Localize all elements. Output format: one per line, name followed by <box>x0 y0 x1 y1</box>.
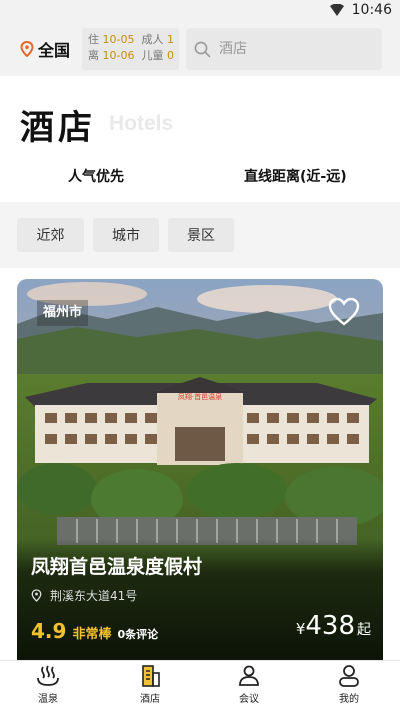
location-selector[interactable]: 全国 <box>20 37 70 61</box>
filter-bar: 近郊 城市 景区 <box>0 202 400 268</box>
filter-chip-suburb[interactable]: 近郊 <box>17 218 84 252</box>
nav-label-hot-spring: 温泉 <box>38 694 58 705</box>
hot-spring-icon <box>37 665 59 686</box>
nav-item-hot-spring[interactable]: 温泉 <box>18 665 78 705</box>
sort-tab-popularity[interactable]: 人气优先 <box>68 166 124 186</box>
price: ¥ 438 起 <box>296 611 371 641</box>
bottom-nav: 温泉 酒店 会议 我的 <box>0 660 400 711</box>
nav-item-meeting[interactable]: 会议 <box>219 665 279 705</box>
status-icons: 10:46 <box>329 2 392 18</box>
wifi-icon <box>329 4 344 16</box>
nav-item-profile[interactable]: 我的 <box>319 665 379 705</box>
profile-icon <box>339 665 359 687</box>
date-guest-selector[interactable]: 住 10-05 成人 1 离 10-06 儿童 0 <box>82 28 179 70</box>
checkout-date: 10-06 <box>102 49 135 62</box>
sort-tab-distance[interactable]: 直线距离(近-远) <box>244 166 347 186</box>
nav-label-hotel: 酒店 <box>140 694 160 705</box>
location-pin-icon <box>31 589 42 602</box>
rating-score: 4.9 <box>31 619 67 643</box>
hotel-name: 凤翔首邑温泉度假村 <box>31 556 203 578</box>
adult-count: 1 <box>166 33 174 46</box>
hotel-building-icon <box>142 665 160 687</box>
filter-chip-city[interactable]: 城市 <box>93 218 159 252</box>
child-count: 0 <box>166 49 174 62</box>
building-sign: 凤翔·首邑温泉 <box>178 392 222 401</box>
city-badge: 福州市 <box>37 300 89 326</box>
status-time: 10:46 <box>351 2 392 18</box>
heart-icon[interactable] <box>328 297 360 327</box>
child-label: 儿童 <box>141 49 164 62</box>
meeting-icon <box>239 665 259 686</box>
rating-label: 非常棒 <box>72 627 112 642</box>
search-input[interactable] <box>219 41 379 57</box>
page-title: 酒店 <box>20 108 96 148</box>
filter-chip-scenic[interactable]: 景区 <box>168 218 234 252</box>
nav-label-meeting: 会议 <box>239 694 259 705</box>
review-count: 0条评论 <box>117 628 159 641</box>
status-bar: 10:46 <box>0 0 400 22</box>
search-icon <box>194 41 211 57</box>
address-text: 荆溪东大道41号 <box>50 589 138 603</box>
hotel-address: 荆溪东大道41号 <box>31 587 137 604</box>
main-content: 酒店 Hotels 人气优先 直线距离(近-远) 近郊 城市 景区 凤翔·首邑温… <box>0 84 400 660</box>
adult-label: 成人 <box>141 33 164 46</box>
nav-item-hotel[interactable]: 酒店 <box>120 665 180 705</box>
search-box[interactable] <box>186 28 382 70</box>
checkin-date: 10-05 <box>102 33 135 46</box>
location-label: 全国 <box>38 41 71 60</box>
top-bar: 全国 住 10-05 成人 1 离 10-06 儿童 0 <box>0 22 400 76</box>
checkout-label: 离 <box>88 49 99 62</box>
rating-row: 4.9 非常棒 0条评论 <box>31 619 158 643</box>
location-pin-icon <box>20 41 34 57</box>
price-value: 438 <box>305 611 355 641</box>
price-symbol: ¥ <box>295 620 306 638</box>
page-subtitle: Hotels <box>109 112 174 135</box>
price-unit: 起 <box>357 622 371 638</box>
checkin-label: 住 <box>88 33 99 46</box>
nav-label-profile: 我的 <box>339 694 359 705</box>
hotel-card[interactable]: 凤翔·首邑温泉 福州市 凤翔首邑温泉度假村 荆溪东大道41号 4.9 非常棒 0… <box>17 279 383 660</box>
